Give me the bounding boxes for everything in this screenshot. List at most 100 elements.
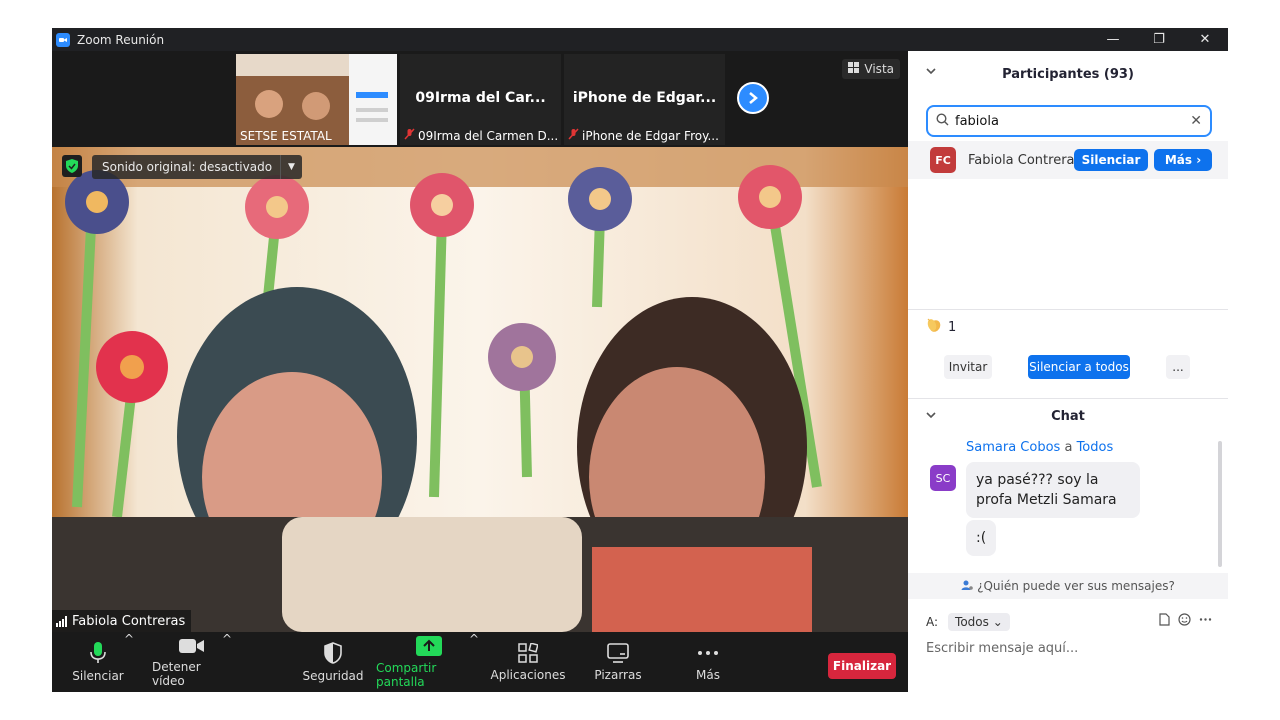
participants-header: Participantes (93) <box>908 51 1228 97</box>
chat-to-word: a <box>1064 440 1073 455</box>
whiteboard-icon <box>607 642 629 663</box>
recipient-select-value: Todos <box>955 615 989 629</box>
mute-participant-button[interactable]: Silenciar <box>1074 149 1148 171</box>
mic-muted-icon <box>404 128 415 143</box>
video-stage: SETSE ESTATAL 09Irma del Car... 09Irma d… <box>52 51 908 632</box>
more-button[interactable]: Más <box>678 632 738 692</box>
end-meeting-button[interactable]: Finalizar <box>828 653 896 679</box>
grid-icon <box>848 62 860 76</box>
original-sound-toggle[interactable]: Sonido original: desactivado ▼ <box>92 155 302 179</box>
clear-search-icon[interactable]: ✕ <box>1190 113 1202 129</box>
reaction-count: 1 <box>948 319 957 335</box>
speaker-name: Fabiola Contreras <box>72 613 186 629</box>
who-can-see-messages[interactable]: ¿Quién puede ver sus mensajes? <box>908 573 1228 599</box>
thumbnail-edgar[interactable]: iPhone de Edgar... iPhone de Edgar Froy.… <box>564 54 725 145</box>
recipient-select[interactable]: Todos ⌄ <box>948 613 1010 631</box>
microphone-icon <box>90 641 106 663</box>
avatar: SC <box>930 465 956 491</box>
thumbnail-name: 09Irma del Car... <box>415 90 546 106</box>
invite-button[interactable]: Invitar <box>944 355 992 379</box>
stop-video-button[interactable]: Detener vídeo <box>152 632 232 692</box>
thumbnail-label: 09Irma del Carmen D... <box>418 128 559 143</box>
security-label: Seguridad <box>302 668 364 683</box>
view-button-label: Vista <box>864 62 894 76</box>
mute-label: Silenciar <box>72 668 124 683</box>
next-page-arrow-icon[interactable] <box>737 82 769 114</box>
thumbnail-name: iPhone de Edgar... <box>572 90 717 106</box>
audio-options-caret[interactable]: ^ <box>124 632 134 646</box>
speaker-video-frame <box>52 147 908 632</box>
mute-button[interactable]: Silenciar <box>68 632 128 692</box>
video-options-caret[interactable]: ^ <box>222 632 232 646</box>
more-label: Más <box>696 667 720 682</box>
person-lock-icon <box>961 579 973 594</box>
chat-sender-line: Samara Cobos a Todos <box>966 440 1113 455</box>
search-value: fabiola <box>955 113 999 129</box>
chat-recipient-row: A: Todos ⌄ <box>926 611 1212 633</box>
share-screen-icon <box>416 635 442 656</box>
search-icon <box>936 112 949 130</box>
more-dots-icon <box>698 650 718 655</box>
minimize-button[interactable]: — <box>1090 28 1136 51</box>
chat-sender-name[interactable]: Samara Cobos <box>966 440 1060 455</box>
reaction-summary: 1 <box>926 317 956 337</box>
thumbnail-irma[interactable]: 09Irma del Car... 09Irma del Carmen D... <box>400 54 561 145</box>
avatar: FC <box>930 147 956 173</box>
side-panel: Participantes (93) fabiola ✕ FC Fabiola … <box>908 51 1228 692</box>
participants-more-button[interactable]: ... <box>1166 355 1190 379</box>
chevron-down-icon: ⌄ <box>992 615 1003 629</box>
whiteboards-label: Pizarras <box>594 667 642 682</box>
to-label: A: <box>926 615 939 629</box>
video-camera-icon <box>179 638 204 653</box>
meeting-toolbar: Silenciar ^ Detener vídeo ^ Seguridad Co… <box>52 632 908 692</box>
participant-name: Fabiola Contreras <box>968 152 1082 168</box>
collapse-participants-icon[interactable] <box>926 67 936 78</box>
original-sound-label: Sonido original: desactivado <box>102 160 273 174</box>
window-title: Zoom Reunión <box>77 32 165 47</box>
chat-scrollbar[interactable] <box>1218 441 1222 567</box>
mic-muted-icon <box>568 128 579 143</box>
chat-message-input[interactable]: Escribir mensaje aquí... <box>926 641 1212 656</box>
zoom-window: Zoom Reunión — ❐ ✕ SETSE ESTATAL 09Irma … <box>52 28 1228 692</box>
thumbnail-label: SETSE ESTATAL <box>240 129 332 143</box>
collapse-chat-icon[interactable] <box>926 411 936 422</box>
thumbnail-strip: SETSE ESTATAL 09Irma del Car... 09Irma d… <box>236 54 725 145</box>
chevron-down-icon[interactable]: ▼ <box>280 155 302 179</box>
apps-label: Aplicaciones <box>490 667 566 682</box>
participants-title: Participantes (93) <box>1002 66 1134 82</box>
active-speaker-video: Sonido original: desactivado ▼ Fabiola C… <box>52 147 908 632</box>
participant-search-input[interactable]: fabiola ✕ <box>926 105 1212 137</box>
signal-strength-icon <box>56 615 67 627</box>
share-screen-label: Compartir pantalla <box>376 660 437 689</box>
chat-message: :( <box>966 520 997 556</box>
title-bar: Zoom Reunión — ❐ ✕ <box>52 28 1228 51</box>
chat-message: ya pasé??? soy la profa Metzli Samara <box>966 462 1140 518</box>
participant-row[interactable]: FC Fabiola Contreras Silenciar Más › <box>908 141 1228 179</box>
apps-icon <box>518 642 538 663</box>
emoji-icon[interactable] <box>1178 613 1191 630</box>
zoom-app-icon <box>56 32 70 47</box>
clapping-hands-icon <box>926 317 942 337</box>
mute-all-button[interactable]: Silenciar a todos <box>1028 355 1130 379</box>
chat-header: Chat <box>908 401 1228 431</box>
close-window-button[interactable]: ✕ <box>1182 28 1228 51</box>
security-button[interactable]: Seguridad <box>298 632 368 692</box>
speaker-name-tag: Fabiola Contreras <box>52 610 192 632</box>
restore-button[interactable]: ❐ <box>1136 28 1182 51</box>
thumbnail-label: iPhone de Edgar Froy... <box>582 128 719 143</box>
view-button[interactable]: Vista <box>842 59 900 79</box>
who-can-see-label: ¿Quién puede ver sus mensajes? <box>977 579 1175 593</box>
file-icon[interactable] <box>1159 613 1170 630</box>
participant-more-button[interactable]: Más › <box>1154 149 1212 171</box>
share-screen-button[interactable]: Compartir pantalla <box>376 632 482 692</box>
chat-recipient: Todos <box>1076 440 1114 455</box>
shield-icon <box>324 641 342 664</box>
chat-title: Chat <box>1051 408 1085 424</box>
whiteboards-button[interactable]: Pizarras <box>586 632 650 692</box>
share-options-caret[interactable]: ^ <box>469 632 479 646</box>
encryption-shield-icon[interactable] <box>62 155 82 177</box>
stop-video-label: Detener vídeo <box>152 659 201 688</box>
chat-more-icon[interactable] <box>1199 613 1212 630</box>
apps-button[interactable]: Aplicaciones <box>490 632 566 692</box>
thumbnail-setse[interactable]: SETSE ESTATAL <box>236 54 397 145</box>
